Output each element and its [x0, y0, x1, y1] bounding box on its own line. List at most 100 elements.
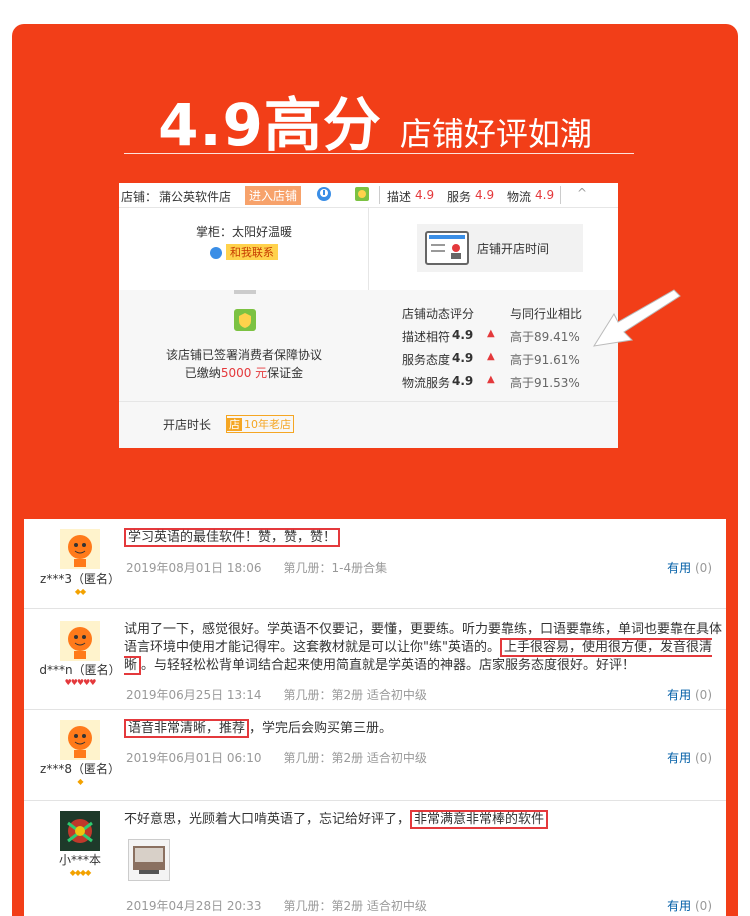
consumer-guarantee-icon	[234, 309, 256, 331]
review-date: 2019年06月01日 06:10	[126, 751, 262, 765]
up-arrow-icon: ▲	[487, 328, 495, 339]
contact-button[interactable]: 和我联系	[225, 244, 278, 260]
review-highlight: 学习英语的最佳软件！赞，赞，赞！	[124, 528, 341, 547]
useful-label[interactable]: 有用	[667, 751, 691, 765]
logistics-score-label: 物流	[507, 190, 532, 204]
shop-owner-section: 掌柜：太阳好温暖 和我联系	[119, 208, 369, 290]
useful-button[interactable]: 有用 (0)	[667, 897, 712, 914]
up-arrow-icon: ▲	[487, 374, 495, 385]
reviewer-level-icon: ◆◆	[74, 587, 86, 596]
useful-count: (0)	[695, 751, 712, 765]
wangwang-icon[interactable]	[316, 186, 332, 205]
shop-rating-section: 该店铺已签署消费者保障协议 已缴纳5000 元保证金 店铺动态评分 与同行业相比…	[119, 290, 618, 448]
review-meta: 2019年06月01日 06:10 第几册：第2册 适合初中级	[126, 749, 427, 766]
rating-row-compare: 高于89.41%	[510, 330, 580, 344]
reviewer-name: z***3（匿名）	[40, 572, 120, 586]
shop-age-badge: 店 10年老店	[226, 415, 294, 433]
tab-grip	[234, 290, 256, 294]
open-time-label: 店铺开店时间	[477, 242, 550, 256]
reviewer-level-icon: ◆	[77, 777, 83, 786]
review-item: z***3（匿名） ◆◆ 学习英语的最佳软件！赞，赞，赞！ 2019年08月01…	[24, 519, 726, 609]
hero-big-text: 4.9高分	[158, 91, 382, 159]
review-text-part: 不好意思，光顾着大口啃英语了，忘记给好评了，	[124, 812, 411, 827]
chat-icon	[210, 246, 223, 259]
photo-icon	[133, 846, 165, 874]
avatar[interactable]	[60, 529, 100, 569]
rating-row-score: 4.9	[452, 374, 474, 388]
reviewer-name: d***n（匿名）	[39, 663, 121, 677]
logistics-score-value: 4.9	[535, 188, 555, 202]
bar-divider-2	[560, 186, 561, 204]
review-volume: 第几册：第2册 适合初中级	[283, 899, 427, 913]
useful-label[interactable]: 有用	[667, 899, 691, 913]
rating-row-label: 服务态度	[402, 353, 451, 367]
review-meta: 2019年08月01日 18:06 第几册：1-4册合集	[126, 559, 387, 576]
rating-row-label: 物流服务	[402, 376, 451, 390]
service-score-value: 4.9	[475, 188, 495, 202]
shop-age-label: 开店时长	[163, 418, 212, 432]
avatar[interactable]	[60, 720, 100, 760]
review-text: 不好意思，光顾着大口啃英语了，忘记给好评了， 非常满意非常棒的软件	[124, 810, 724, 829]
shop-age-value: 10年老店	[244, 418, 291, 431]
review-list: z***3（匿名） ◆◆ 学习英语的最佳软件！赞，赞，赞！ 2019年08月01…	[24, 519, 726, 916]
reviewer-name: z***8（匿名）	[40, 762, 120, 776]
avatar[interactable]	[60, 621, 100, 661]
review-meta: 2019年06月25日 13:14 第几册：第2册 适合初中级	[126, 686, 427, 703]
useful-button[interactable]: 有用 (0)	[667, 559, 712, 576]
rating-row-score: 4.9	[452, 351, 474, 365]
license-icon	[425, 231, 469, 265]
review-volume: 第几册：第2册 适合初中级	[283, 688, 427, 702]
deposit-amount: 5000 元	[220, 366, 268, 380]
shop-age-icon: 店	[227, 418, 242, 431]
review-volume: 第几册：第2册 适合初中级	[283, 751, 427, 765]
rating-row-score: 4.9	[452, 328, 474, 342]
review-text: 学习英语的最佳软件！赞，赞，赞！	[124, 528, 724, 547]
review-item: z***8（匿名） ◆ 语音非常清晰，推荐 ，学完后会购买第三册。 2019年06…	[24, 710, 726, 801]
deposit-post: 保证金	[267, 366, 304, 380]
avatar[interactable]	[60, 811, 100, 851]
pointer-arrow-icon	[592, 289, 681, 347]
open-time-box[interactable]: 店铺开店时间	[417, 224, 583, 272]
enter-shop-button[interactable]: 进入店铺	[245, 186, 302, 205]
review-text: 试用了一下，感觉很好。学英语不仅要记，要懂，更要练。听力要靠练，口语要靠练，单词…	[124, 621, 724, 675]
collapse-caret-icon[interactable]: ^	[577, 186, 587, 200]
useful-label[interactable]: 有用	[667, 561, 691, 575]
agreement-text: 该店铺已签署消费者保障协议	[165, 348, 322, 362]
owner-name: 掌柜：太阳好温暖	[195, 225, 292, 239]
review-meta: 2019年04月28日 20:33 第几册：第2册 适合初中级	[126, 897, 427, 914]
review-item: d***n（匿名） ♥♥♥♥♥ 试用了一下，感觉很好。学英语不仅要记，要懂，更要…	[24, 609, 726, 710]
review-highlight: 语音非常清晰，推荐	[124, 719, 250, 738]
reviewer-name: 小***本	[58, 853, 101, 867]
compare-title: 与同行业相比	[510, 307, 583, 321]
reviewer-level-icon: ♥♥♥♥♥	[64, 678, 97, 687]
review-item: 小***本 ◆◆◆◆ 不好意思，光顾着大口啃英语了，忘记给好评了， 非常满意非常棒…	[24, 801, 726, 916]
desc-score-value: 4.9	[415, 188, 435, 202]
rating-row-compare: 高于91.53%	[510, 376, 580, 390]
review-volume: 第几册：1-4册合集	[283, 561, 388, 575]
desc-score-label: 描述	[387, 190, 412, 204]
reviewer-level-icon: ◆◆◆◆	[69, 868, 92, 877]
useful-count: (0)	[695, 561, 712, 575]
hero-small-text: 店铺好评如潮	[399, 115, 592, 153]
review-date: 2019年06月25日 13:14	[126, 688, 262, 702]
deposit-pre: 已缴纳	[184, 366, 221, 380]
useful-count: (0)	[695, 899, 712, 913]
review-text-part: ，学完后会购买第三册。	[249, 721, 393, 736]
shop-name[interactable]: 蒲公英软件店	[159, 188, 231, 205]
rating-row-compare: 高于91.61%	[510, 353, 580, 367]
shop-card: 店铺： 蒲公英软件店 进入店铺 描述 4.9 服务 4.9 物流 4.9 ^ 掌…	[119, 183, 618, 448]
shop-header-bar: 店铺： 蒲公英软件店 进入店铺 描述 4.9 服务 4.9 物流 4.9 ^	[119, 183, 618, 208]
useful-label[interactable]: 有用	[667, 688, 691, 702]
section-divider	[119, 401, 618, 402]
up-arrow-icon: ▲	[487, 351, 495, 362]
service-score-label: 服务	[447, 190, 472, 204]
open-time-section: 店铺开店时间	[369, 208, 618, 290]
hero-heading: 4.9高分 店铺好评如潮	[0, 78, 750, 162]
useful-button[interactable]: 有用 (0)	[667, 749, 712, 766]
useful-button[interactable]: 有用 (0)	[667, 686, 712, 703]
guarantee-icon	[354, 186, 370, 205]
contact-wrap: 和我联系	[119, 244, 369, 260]
review-highlight: 非常满意非常棒的软件	[410, 810, 549, 829]
review-photo-thumbnail[interactable]	[128, 839, 170, 881]
review-date: 2019年08月01日 18:06	[126, 561, 262, 575]
